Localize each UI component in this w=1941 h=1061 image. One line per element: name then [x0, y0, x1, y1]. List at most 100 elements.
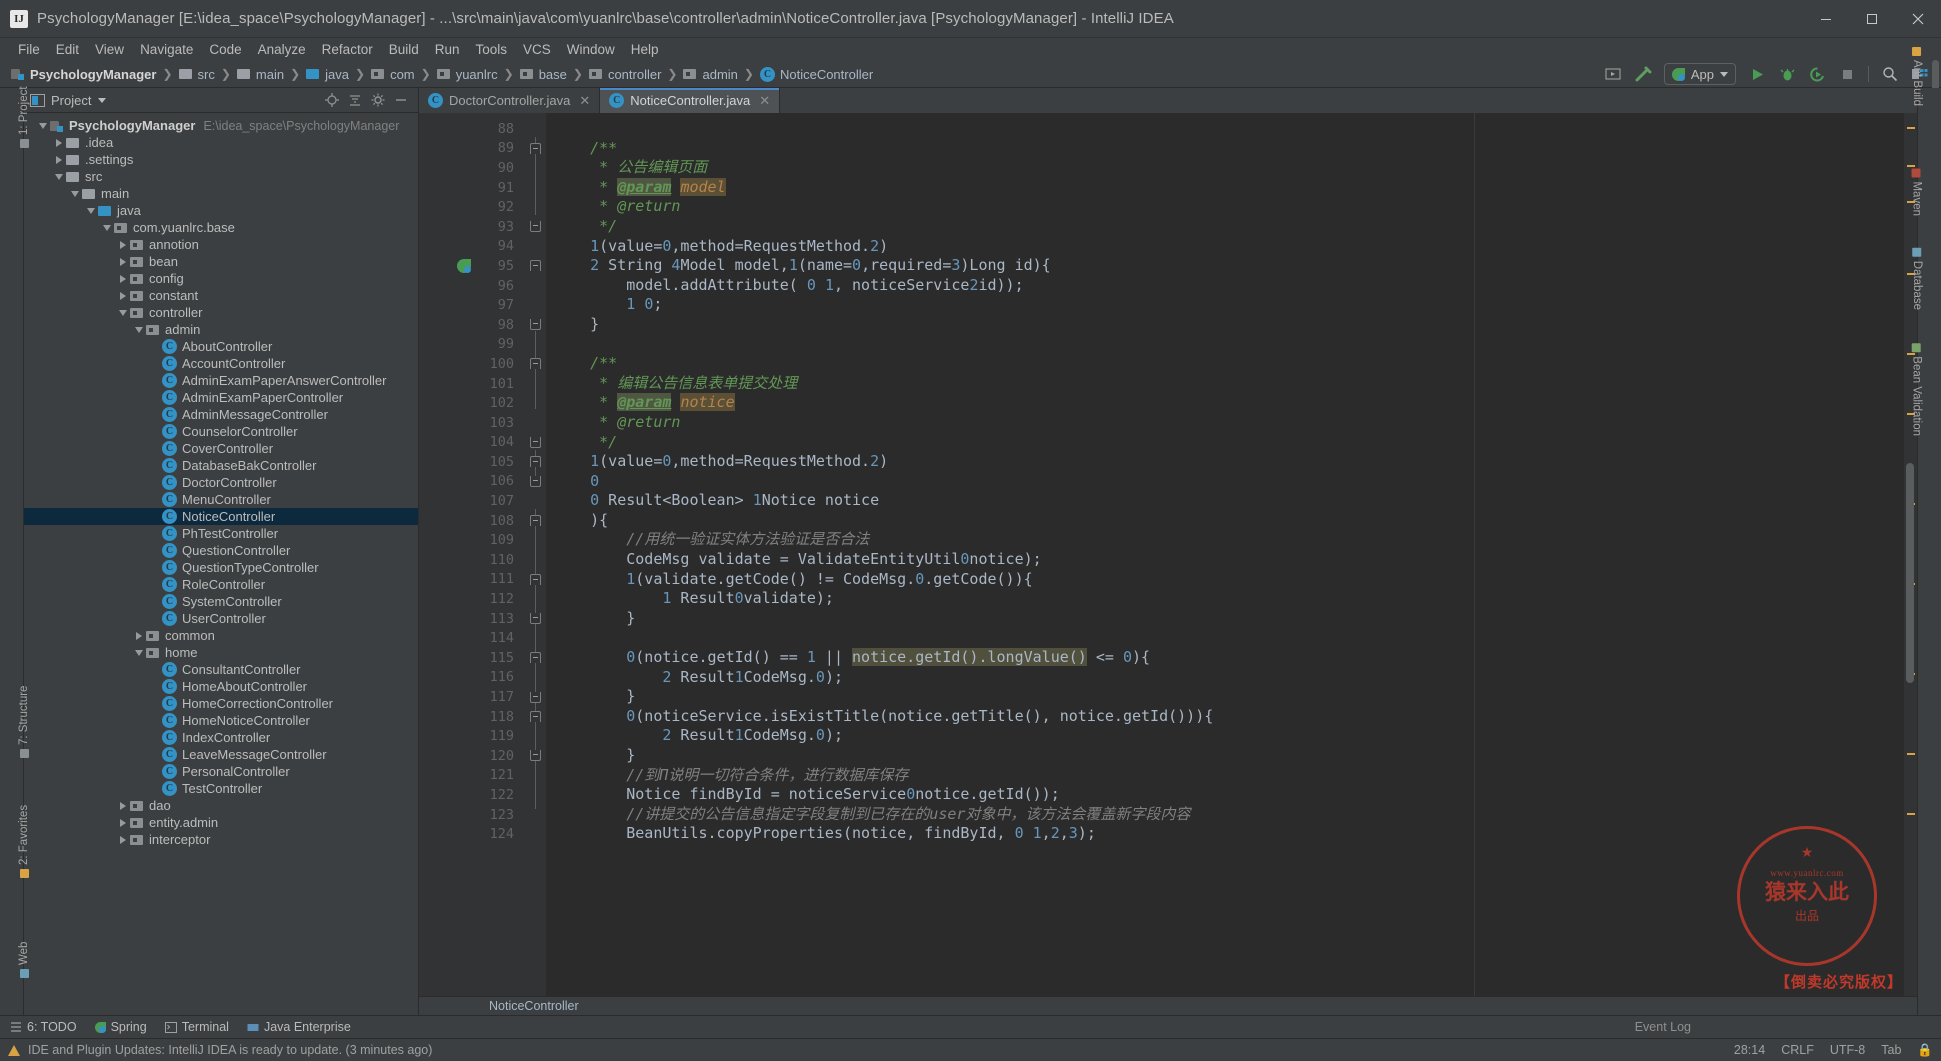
line-number-gutter[interactable]: 8889909192939495969798991001011021031041…: [419, 113, 524, 996]
tree-item-aboutcontroller[interactable]: CAboutController: [24, 338, 418, 355]
tree-item-databasebakcontroller[interactable]: CDatabaseBakController: [24, 457, 418, 474]
warning-marker[interactable]: [1907, 753, 1915, 755]
tree-item-annotion[interactable]: annotion: [24, 236, 418, 253]
run-with-coverage-button[interactable]: [1804, 63, 1830, 85]
locate-icon[interactable]: [325, 93, 339, 107]
tree-item-entity-admin[interactable]: entity.admin: [24, 814, 418, 831]
lock-icon[interactable]: 🔒: [1917, 1043, 1933, 1058]
tree-item-constant[interactable]: constant: [24, 287, 418, 304]
menu-navigate[interactable]: Navigate: [132, 40, 201, 59]
tree-item-interceptor[interactable]: interceptor: [24, 831, 418, 848]
status-message[interactable]: IDE and Plugin Updates: IntelliJ IDEA is…: [28, 1043, 432, 1057]
tree-item-adminexampapercontroller[interactable]: CAdminExamPaperController: [24, 389, 418, 406]
tree-item-consultantcontroller[interactable]: CConsultantController: [24, 661, 418, 678]
editor-scrollbar[interactable]: [1906, 463, 1914, 683]
tree-item-doctorcontroller[interactable]: CDoctorController: [24, 474, 418, 491]
tab-doctorcontroller[interactable]: C DoctorController.java ✕: [419, 88, 600, 113]
tree-item-src[interactable]: src: [24, 168, 418, 185]
chevron-right-icon[interactable]: [116, 836, 130, 844]
tree-item-questiontypecontroller[interactable]: CQuestionTypeController: [24, 559, 418, 576]
line-separator[interactable]: CRLF: [1781, 1043, 1814, 1057]
chevron-down-icon[interactable]: [116, 310, 130, 316]
breadcrumb-com[interactable]: com: [371, 67, 415, 82]
menu-help[interactable]: Help: [623, 40, 667, 59]
sidebar-item-bean-validation[interactable]: Bean Validation: [1911, 343, 1923, 436]
fold-toggle-icon[interactable]: [530, 652, 541, 663]
chevron-down-icon[interactable]: [132, 650, 146, 656]
tree-item-bean[interactable]: bean: [24, 253, 418, 270]
breadcrumb-base[interactable]: base: [520, 67, 567, 82]
menu-file[interactable]: File: [10, 40, 48, 59]
breadcrumb-main[interactable]: main: [237, 67, 284, 82]
warning-marker[interactable]: [1907, 127, 1915, 129]
code-folding-column[interactable]: [524, 113, 546, 996]
maximize-button[interactable]: [1849, 0, 1895, 37]
chevron-right-icon[interactable]: [116, 258, 130, 266]
chevron-down-icon[interactable]: [52, 174, 66, 180]
hide-panel-icon[interactable]: [394, 93, 408, 107]
stop-button[interactable]: [1834, 63, 1860, 85]
close-button[interactable]: [1895, 0, 1941, 37]
project-tree[interactable]: PsychologyManagerE:\idea_space\Psycholog…: [24, 113, 418, 1015]
tree-item-accountcontroller[interactable]: CAccountController: [24, 355, 418, 372]
chevron-right-icon[interactable]: [132, 632, 146, 640]
fold-toggle-icon[interactable]: [530, 260, 541, 271]
tree-item-questioncontroller[interactable]: CQuestionController: [24, 542, 418, 559]
tree-item-covercontroller[interactable]: CCoverController: [24, 440, 418, 457]
menu-edit[interactable]: Edit: [48, 40, 87, 59]
menu-view[interactable]: View: [87, 40, 132, 59]
tree-item-leavemessagecontroller[interactable]: CLeaveMessageController: [24, 746, 418, 763]
chevron-right-icon[interactable]: [116, 819, 130, 827]
debug-button[interactable]: [1774, 63, 1800, 85]
menu-build[interactable]: Build: [381, 40, 427, 59]
search-icon[interactable]: [1877, 63, 1903, 85]
breadcrumb-admin[interactable]: admin: [683, 67, 737, 82]
tab-noticecontroller[interactable]: C NoticeController.java ✕: [600, 88, 780, 113]
breadcrumb-project[interactable]: PsychologyManager: [11, 67, 156, 82]
menu-run[interactable]: Run: [427, 40, 468, 59]
menu-window[interactable]: Window: [559, 40, 623, 59]
tree-item-phtestcontroller[interactable]: CPhTestController: [24, 525, 418, 542]
chevron-down-icon[interactable]: [98, 98, 106, 103]
tree-item-homecorrectioncontroller[interactable]: CHomeCorrectionController: [24, 695, 418, 712]
fold-toggle-icon[interactable]: [530, 437, 541, 448]
menu-vcs[interactable]: VCS: [515, 40, 559, 59]
build-hammer-icon[interactable]: [1630, 63, 1656, 85]
chevron-down-icon[interactable]: [84, 208, 98, 214]
fold-toggle-icon[interactable]: [530, 574, 541, 585]
tree-item-dao[interactable]: dao: [24, 797, 418, 814]
chevron-right-icon[interactable]: [116, 292, 130, 300]
tree-item--idea[interactable]: .idea: [24, 134, 418, 151]
chevron-down-icon[interactable]: [132, 327, 146, 333]
tree-item-personalcontroller[interactable]: CPersonalController: [24, 763, 418, 780]
tree-item-usercontroller[interactable]: CUserController: [24, 610, 418, 627]
tree-item-controller[interactable]: controller: [24, 304, 418, 321]
fold-toggle-icon[interactable]: [530, 711, 541, 722]
sidebar-item-ant-build[interactable]: Ant Build: [1911, 47, 1923, 106]
minimize-button[interactable]: [1803, 0, 1849, 37]
chevron-right-icon[interactable]: [52, 156, 66, 164]
fold-toggle-icon[interactable]: [530, 221, 541, 232]
breadcrumb-java[interactable]: java: [306, 67, 349, 82]
breadcrumb-yuanlrc[interactable]: yuanlrc: [437, 67, 498, 82]
tool-window-java-enterprise[interactable]: Java Enterprise: [247, 1020, 351, 1034]
tool-window-todo[interactable]: 6: TODO: [10, 1020, 77, 1034]
settings-gear-icon[interactable]: [371, 93, 385, 107]
tree-item-homeaboutcontroller[interactable]: CHomeAboutController: [24, 678, 418, 695]
collapse-all-icon[interactable]: [348, 93, 362, 107]
sidebar-item-database[interactable]: Database: [1911, 248, 1923, 310]
tool-window-spring[interactable]: Spring: [95, 1020, 147, 1034]
tree-item-counselorcontroller[interactable]: CCounselorController: [24, 423, 418, 440]
chevron-down-icon[interactable]: [100, 225, 114, 231]
tree-item--settings[interactable]: .settings: [24, 151, 418, 168]
tree-item-com-yuanlrc-base[interactable]: com.yuanlrc.base: [24, 219, 418, 236]
spring-bean-icon[interactable]: [457, 259, 471, 273]
menu-analyze[interactable]: Analyze: [250, 40, 314, 59]
fold-toggle-icon[interactable]: [530, 319, 541, 330]
fold-toggle-icon[interactable]: [530, 515, 541, 526]
tree-item-menucontroller[interactable]: CMenuController: [24, 491, 418, 508]
breadcrumb-class[interactable]: C NoticeController: [760, 67, 873, 82]
chevron-down-icon[interactable]: [68, 191, 82, 197]
tree-item-common[interactable]: common: [24, 627, 418, 644]
tool-window-terminal[interactable]: Terminal: [165, 1020, 229, 1034]
